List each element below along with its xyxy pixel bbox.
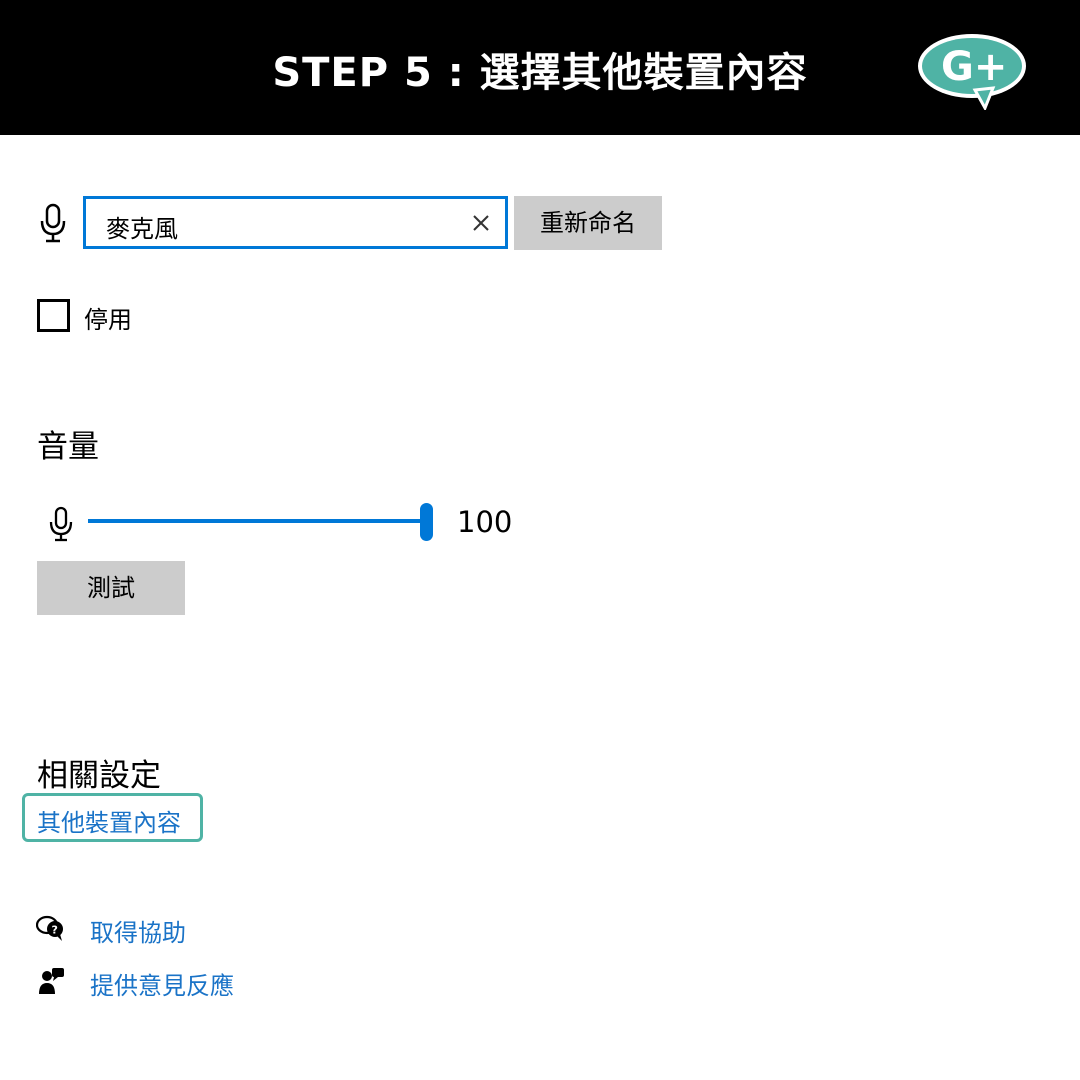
give-feedback-link[interactable]: 提供意見反應: [90, 966, 234, 1001]
volume-value: 100: [457, 505, 513, 539]
other-device-properties-link[interactable]: 其他裝置內容: [37, 803, 181, 838]
disable-checkbox[interactable]: [37, 299, 70, 332]
microphone-icon: [38, 203, 68, 243]
get-help-link[interactable]: 取得協助: [90, 913, 186, 948]
test-button[interactable]: 測試: [37, 561, 185, 615]
svg-text:G+: G+: [941, 44, 1007, 90]
g-plus-logo-icon: G+: [915, 28, 1033, 112]
step-banner: STEP 5 : 選擇其他裝置內容 G+: [0, 0, 1080, 135]
volume-slider-track[interactable]: [88, 519, 426, 523]
help-chat-icon: ?: [36, 914, 66, 942]
feedback-icon: [38, 966, 66, 996]
svg-text:?: ?: [52, 924, 58, 937]
volume-slider-thumb[interactable]: [420, 503, 433, 541]
related-settings-heading: 相關設定: [37, 758, 161, 794]
microphone-icon: [48, 506, 74, 542]
close-icon[interactable]: [471, 213, 491, 233]
device-name-value: 麥克風: [106, 215, 178, 243]
device-name-input[interactable]: 麥克風: [83, 196, 508, 249]
disable-label: 停用: [84, 306, 132, 334]
volume-heading: 音量: [37, 429, 99, 465]
rename-button[interactable]: 重新命名: [514, 196, 662, 250]
